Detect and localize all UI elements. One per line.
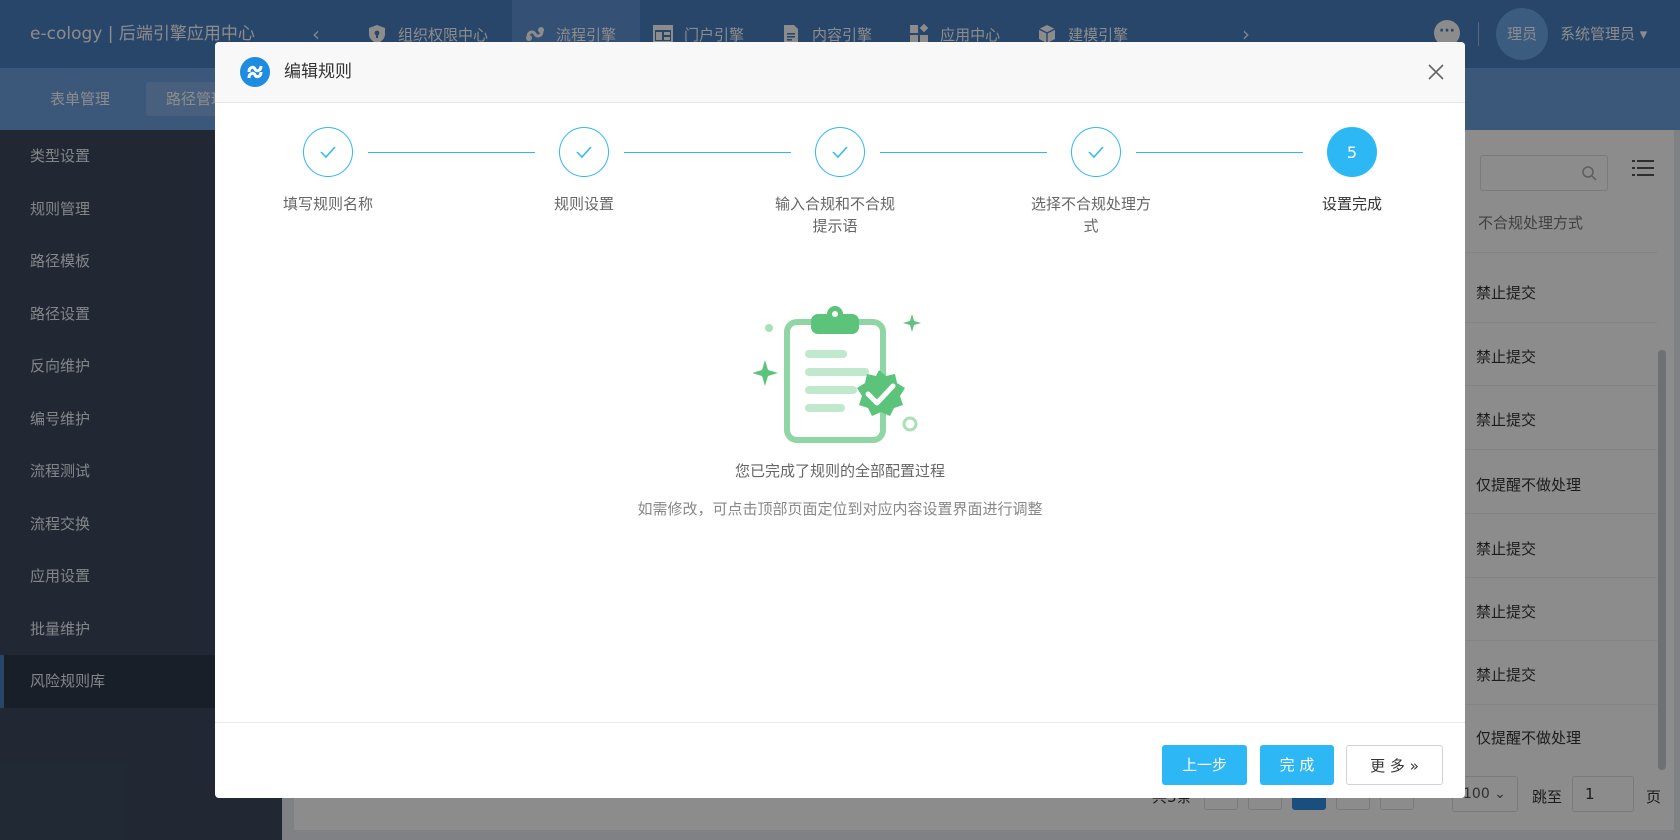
check-icon <box>576 146 592 159</box>
edit-rule-modal: 编辑规则 5 填写规则名称 规则设置 输入合规和不合规提示语 选择不合规处理方式… <box>215 42 1465 798</box>
step-connector <box>880 152 1047 153</box>
modal-title: 编辑规则 <box>284 62 352 82</box>
clipboard-check-illustration <box>753 306 921 443</box>
step-5-label: 设置完成 <box>1321 195 1382 213</box>
step-3-circle[interactable] <box>815 127 865 177</box>
step-connector <box>368 152 535 153</box>
modification-hint: 如需修改，可点击顶部页面定位到对应内容设置界面进行调整 <box>637 500 1043 518</box>
step-connector <box>1136 152 1303 153</box>
completion-message: 您已完成了规则的全部配置过程 <box>734 462 945 480</box>
modal-logo-icon <box>240 57 270 87</box>
more-button[interactable]: 更 多 » <box>1346 745 1443 785</box>
more-button-label: 更 多 <box>1370 757 1405 775</box>
previous-step-button[interactable]: 上一步 <box>1162 745 1247 785</box>
step-2-label: 规则设置 <box>553 195 614 213</box>
close-icon[interactable] <box>1423 59 1449 85</box>
check-icon <box>320 146 336 159</box>
step-4-circle[interactable] <box>1071 127 1121 177</box>
step-4-label: 选择不合规处理方式 <box>1030 195 1151 235</box>
step-3-label: 输入合规和不合规提示语 <box>774 195 895 235</box>
step-progress: 5 填写规则名称 规则设置 输入合规和不合规提示语 选择不合规处理方式 设置完成 <box>215 127 1465 257</box>
step-1-label: 填写规则名称 <box>282 195 373 213</box>
double-chevron-right-icon: » <box>1409 757 1419 775</box>
step-connector <box>624 152 791 153</box>
finish-button[interactable]: 完 成 <box>1260 745 1334 785</box>
step-1-circle[interactable] <box>303 127 353 177</box>
modal-footer: 上一步 完 成 更 多 » <box>215 722 1465 798</box>
step-2-circle[interactable] <box>559 127 609 177</box>
step-5-circle[interactable]: 5 <box>1327 127 1377 177</box>
check-icon <box>1088 146 1104 159</box>
check-icon <box>832 146 848 159</box>
modal-header: 编辑规则 <box>215 42 1465 103</box>
